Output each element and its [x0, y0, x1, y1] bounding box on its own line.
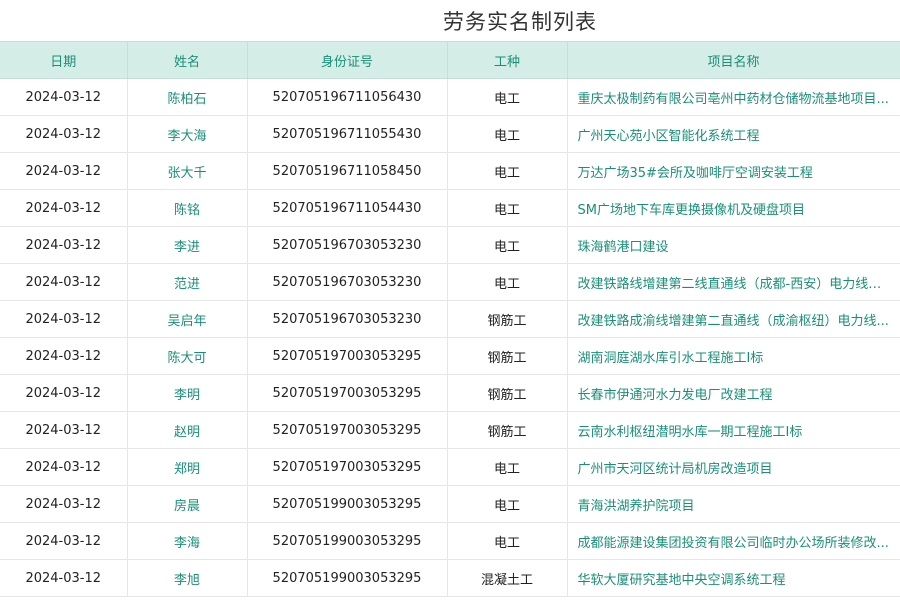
cell-project-link[interactable]: 成都能源建设集团投资有限公司临时办公场所装修改... [567, 522, 900, 560]
cell-id-number: 520705196711055430 [247, 115, 448, 153]
table-row[interactable]: 2024-03-12 郑明 520705197003053295 电工 广州市天河区统计… [0, 448, 900, 486]
cell-name-link[interactable]: 郑明 [127, 448, 248, 486]
table-row[interactable]: 2024-03-12 房晨 520705199003053295 电工 青海洪湖养护院项… [0, 485, 900, 523]
table-row[interactable]: 2024-03-12 范进 520705196703053230 电工 改建铁路线增建第… [0, 263, 900, 301]
cell-project-link[interactable]: SM广场地下车库更换摄像机及硬盘项目 [567, 189, 900, 227]
cell-id-number: 520705196711054430 [247, 189, 448, 227]
cell-work-type: 电工 [447, 189, 568, 227]
cell-name-link[interactable]: 李明 [127, 374, 248, 412]
cell-name-link[interactable]: 李海 [127, 522, 248, 560]
cell-name-link[interactable]: 李大海 [127, 115, 248, 153]
cell-work-type: 电工 [447, 78, 568, 116]
cell-id-number: 520705197003053295 [247, 337, 448, 375]
table-row[interactable]: 2024-03-12 陈大可 520705197003053295 钢筋工 湖南洞庭湖水… [0, 337, 900, 375]
cell-work-type: 电工 [447, 448, 568, 486]
cell-date: 2024-03-12 [0, 522, 128, 560]
cell-date: 2024-03-12 [0, 263, 128, 301]
cell-work-type: 钢筋工 [447, 374, 568, 412]
cell-work-type: 电工 [447, 226, 568, 264]
labor-table: 日期 姓名 身份证号 工种 项目名称 2024-03-12 陈柏石 52070519… [0, 41, 900, 597]
cell-name-link[interactable]: 陈柏石 [127, 78, 248, 116]
table-row[interactable]: 2024-03-12 陈铭 520705196711054430 电工 SM广场地下车库… [0, 189, 900, 227]
cell-name-link[interactable]: 房晨 [127, 485, 248, 523]
cell-work-type: 电工 [447, 485, 568, 523]
cell-date: 2024-03-12 [0, 115, 128, 153]
column-header-name[interactable]: 姓名 [127, 41, 248, 79]
cell-id-number: 520705197003053295 [247, 411, 448, 449]
cell-name-link[interactable]: 陈铭 [127, 189, 248, 227]
table-row[interactable]: 2024-03-12 李海 520705199003053295 电工 成都能源建设集团… [0, 522, 900, 560]
cell-id-number: 520705199003053295 [247, 559, 448, 597]
table-row[interactable]: 2024-03-12 李明 520705197003053295 钢筋工 长春市伊通河水… [0, 374, 900, 412]
table-row[interactable]: 2024-03-12 李进 520705196703053230 电工 珠海鹤港口建设 [0, 226, 900, 264]
cell-date: 2024-03-12 [0, 374, 128, 412]
cell-name-link[interactable]: 赵明 [127, 411, 248, 449]
cell-id-number: 520705199003053295 [247, 522, 448, 560]
cell-date: 2024-03-12 [0, 152, 128, 190]
header-row: 日期 姓名 身份证号 工种 项目名称 [0, 41, 900, 79]
cell-project-link[interactable]: 长春市伊通河水力发电厂改建工程 [567, 374, 900, 412]
cell-work-type: 混凝土工 [447, 559, 568, 597]
table-header: 日期 姓名 身份证号 工种 项目名称 [0, 41, 900, 79]
cell-work-type: 电工 [447, 152, 568, 190]
cell-work-type: 电工 [447, 263, 568, 301]
table-row[interactable]: 2024-03-12 赵明 520705197003053295 钢筋工 云南水利枢纽潜… [0, 411, 900, 449]
cell-project-link[interactable]: 云南水利枢纽潜明水库一期工程施工I标 [567, 411, 900, 449]
cell-date: 2024-03-12 [0, 448, 128, 486]
cell-project-link[interactable]: 华软大厦研究基地中央空调系统工程 [567, 559, 900, 597]
table-row[interactable]: 2024-03-12 张大千 520705196711058450 电工 万达广场35#… [0, 152, 900, 190]
column-header-id-number[interactable]: 身份证号 [247, 41, 448, 79]
cell-id-number: 520705197003053295 [247, 374, 448, 412]
cell-name-link[interactable]: 李旭 [127, 559, 248, 597]
column-header-work-type[interactable]: 工种 [447, 41, 568, 79]
cell-id-number: 520705196711058450 [247, 152, 448, 190]
cell-name-link[interactable]: 陈大可 [127, 337, 248, 375]
table-row[interactable]: 2024-03-12 李旭 520705199003053295 混凝土工 华软大厦研究… [0, 559, 900, 597]
cell-name-link[interactable]: 李进 [127, 226, 248, 264]
cell-name-link[interactable]: 张大千 [127, 152, 248, 190]
page-title: 劳务实名制列表 [443, 9, 597, 34]
cell-id-number: 520705199003053295 [247, 485, 448, 523]
table-row[interactable]: 2024-03-12 吴启年 520705196703053230 钢筋工 改建铁路成渝… [0, 300, 900, 338]
cell-project-link[interactable]: 万达广场35#会所及咖啡厅空调安装工程 [567, 152, 900, 190]
cell-id-number: 520705196703053230 [247, 300, 448, 338]
cell-work-type: 钢筋工 [447, 411, 568, 449]
cell-date: 2024-03-12 [0, 485, 128, 523]
cell-date: 2024-03-12 [0, 189, 128, 227]
table-row[interactable]: 2024-03-12 李大海 520705196711055430 电工 广州天心苑小区… [0, 115, 900, 153]
table-body: 2024-03-12 陈柏石 520705196711056430 电工 重庆太极制药有… [0, 78, 900, 597]
cell-project-link[interactable]: 广州天心苑小区智能化系统工程 [567, 115, 900, 153]
labor-realname-page: 劳务实名制列表 日期 姓名 身份证号 工种 项目名称 2024-03-12 陈柏石… [0, 0, 900, 600]
cell-id-number: 520705196711056430 [247, 78, 448, 116]
cell-work-type: 电工 [447, 522, 568, 560]
cell-date: 2024-03-12 [0, 411, 128, 449]
cell-date: 2024-03-12 [0, 559, 128, 597]
cell-project-link[interactable]: 改建铁路成渝线增建第二直通线（成渝枢纽）电力线... [567, 300, 900, 338]
cell-name-link[interactable]: 吴启年 [127, 300, 248, 338]
cell-work-type: 电工 [447, 115, 568, 153]
title-bar: 劳务实名制列表 [0, 0, 900, 41]
cell-id-number: 520705196703053230 [247, 226, 448, 264]
cell-project-link[interactable]: 湖南洞庭湖水库引水工程施工I标 [567, 337, 900, 375]
cell-work-type: 钢筋工 [447, 300, 568, 338]
cell-date: 2024-03-12 [0, 78, 128, 116]
column-header-project-name[interactable]: 项目名称 [567, 41, 900, 79]
cell-project-link[interactable]: 改建铁路线增建第二线直通线（成都-西安）电力线路... [567, 263, 900, 301]
table-row[interactable]: 2024-03-12 陈柏石 520705196711056430 电工 重庆太极制药有… [0, 78, 900, 116]
cell-project-link[interactable]: 青海洪湖养护院项目 [567, 485, 900, 523]
cell-work-type: 钢筋工 [447, 337, 568, 375]
cell-project-link[interactable]: 广州市天河区统计局机房改造项目 [567, 448, 900, 486]
cell-project-link[interactable]: 重庆太极制药有限公司亳州中药材仓储物流基地项目... [567, 78, 900, 116]
column-header-date[interactable]: 日期 [0, 41, 128, 79]
cell-name-link[interactable]: 范进 [127, 263, 248, 301]
cell-id-number: 520705197003053295 [247, 448, 448, 486]
cell-date: 2024-03-12 [0, 300, 128, 338]
cell-project-link[interactable]: 珠海鹤港口建设 [567, 226, 900, 264]
cell-date: 2024-03-12 [0, 226, 128, 264]
cell-id-number: 520705196703053230 [247, 263, 448, 301]
cell-date: 2024-03-12 [0, 337, 128, 375]
